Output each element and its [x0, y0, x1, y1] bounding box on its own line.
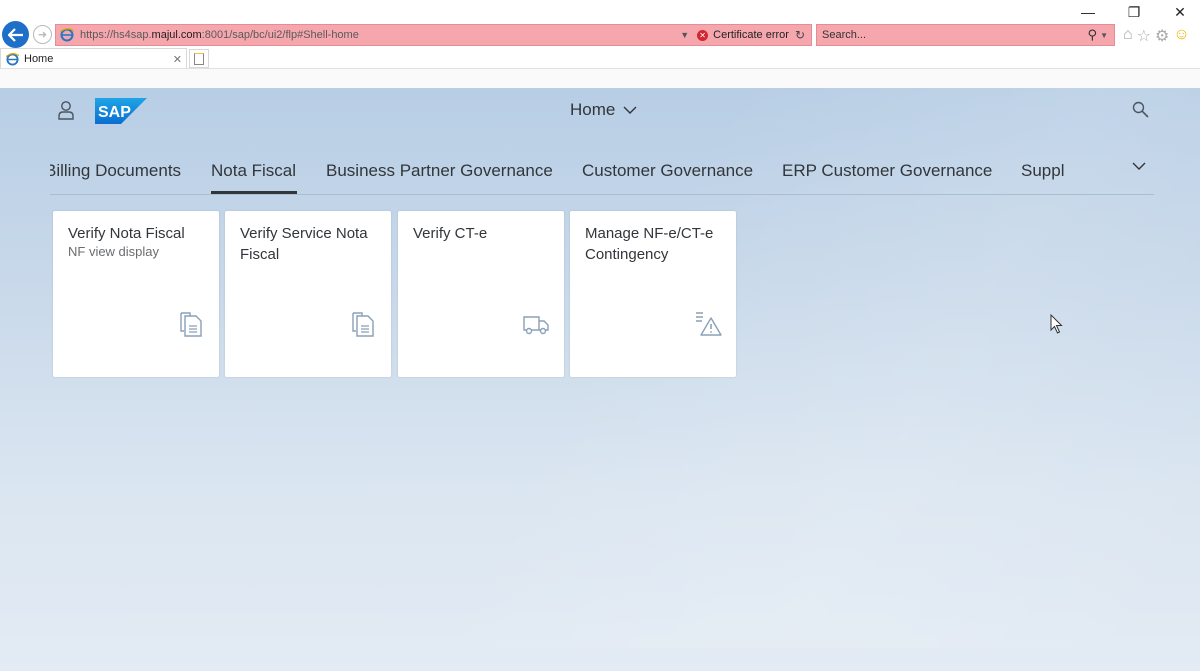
search-dropdown-icon[interactable]: ▼	[1100, 31, 1108, 40]
chevron-down-icon	[623, 106, 637, 114]
mouse-pointer-icon	[1050, 314, 1063, 334]
sap-logo[interactable]: SAP	[95, 98, 147, 124]
truck-icon	[523, 316, 549, 335]
documents-icon	[180, 312, 202, 337]
back-button[interactable]	[2, 21, 29, 48]
tile-subtitle: NF view display	[68, 244, 160, 259]
ie-tab-icon	[6, 52, 19, 66]
user-profile-icon[interactable]	[57, 100, 75, 120]
toolbar-icons: ⌂ ☆ ⚙ ☺	[1123, 26, 1190, 46]
address-url[interactable]: https://hs4sap.majul.com:8001/sap/bc/ui2…	[80, 29, 359, 41]
browser-search-icon[interactable]: ⚲	[1088, 27, 1098, 43]
forward-button[interactable]: ➜	[33, 25, 52, 44]
window-controls: — ❐ ✕	[1076, 4, 1192, 21]
ie-page-icon	[60, 28, 74, 42]
new-tab-button[interactable]	[189, 49, 209, 68]
tab-close-icon[interactable]: ✕	[173, 53, 182, 66]
tile-manage-nfe-cte-contingency[interactable]: Manage NF-e/CT-e Contingency	[570, 211, 736, 377]
list-warning-icon	[696, 312, 722, 336]
browser-search-box[interactable]: Search... ⚲ ▼	[816, 24, 1115, 46]
browser-chrome: — ❐ ✕ ➜ https://hs4sap.majul.com:8001/sa…	[0, 0, 1200, 88]
close-window-icon[interactable]: ✕	[1168, 4, 1192, 21]
refresh-icon[interactable]: ↻	[795, 28, 805, 42]
shell-title: Home	[570, 100, 616, 119]
search-icon[interactable]	[1132, 101, 1149, 118]
address-bar[interactable]: https://hs4sap.majul.com:8001/sap/bc/ui2…	[55, 24, 812, 46]
anchor-item-business-partner-governance[interactable]: Business Partner Governance	[326, 161, 553, 181]
sap-logo-text: SAP	[98, 104, 131, 121]
anchor-item-nota-fiscal[interactable]: Nota Fiscal	[211, 161, 296, 181]
anchor-item-billing-documents[interactable]: Billing Documents	[50, 161, 181, 181]
restore-icon[interactable]: ❐	[1122, 4, 1146, 21]
tile-title: Verify Service Nota Fiscal	[240, 225, 368, 263]
fiori-launchpad: SAP Home Billing Documents Nota Fiscal B…	[0, 88, 1200, 671]
selected-anchor-indicator	[211, 191, 297, 194]
anchor-overflow-chevron-icon[interactable]	[1132, 162, 1146, 171]
minimize-icon[interactable]: —	[1076, 4, 1100, 21]
anchor-navigation-bar: Billing Documents Nota Fiscal Business P…	[50, 151, 1154, 195]
anchor-item-customer-governance[interactable]: Customer Governance	[582, 161, 753, 181]
settings-gear-icon[interactable]: ⚙	[1155, 26, 1169, 46]
tile-verify-ct-e[interactable]: Verify CT-e	[398, 211, 564, 377]
certificate-error-icon[interactable]: ✕	[697, 29, 709, 41]
tile-verify-nota-fiscal[interactable]: Verify Nota Fiscal NF view display	[53, 211, 219, 377]
anchor-item-erp-customer-governance[interactable]: ERP Customer Governance	[782, 161, 992, 181]
forward-arrow-icon: ➜	[37, 29, 48, 41]
browser-command-area	[0, 68, 1200, 88]
favorites-star-icon[interactable]: ☆	[1137, 26, 1151, 46]
url-prefix: https://hs4sap.	[80, 29, 152, 41]
certificate-error-label[interactable]: Certificate error	[713, 29, 789, 41]
address-dropdown-icon[interactable]: ▼	[680, 30, 689, 40]
new-tab-icon	[194, 52, 204, 65]
tile-title: Verify Nota Fiscal	[68, 225, 185, 242]
url-domain: majul.com	[151, 29, 202, 41]
tile-title: Verify CT-e	[413, 225, 488, 242]
url-suffix: :8001/sap/bc/ui2/flp#Shell-home	[201, 29, 359, 41]
tile-verify-service-nota-fiscal[interactable]: Verify Service Nota Fiscal	[225, 211, 391, 377]
browser-tab-home[interactable]: Home ✕	[0, 48, 187, 69]
tab-title: Home	[24, 53, 54, 65]
home-icon[interactable]: ⌂	[1123, 26, 1133, 46]
feedback-smiley-icon[interactable]: ☺	[1173, 26, 1189, 46]
browser-search-input[interactable]: Search...	[822, 29, 1088, 41]
tile-title: Manage NF-e/CT-e Contingency	[585, 225, 714, 263]
anchor-item-suppl[interactable]: Suppl	[1021, 161, 1064, 181]
shell-title-menu[interactable]: Home	[570, 100, 637, 120]
documents-icon	[352, 312, 374, 337]
back-arrow-icon	[7, 27, 23, 42]
